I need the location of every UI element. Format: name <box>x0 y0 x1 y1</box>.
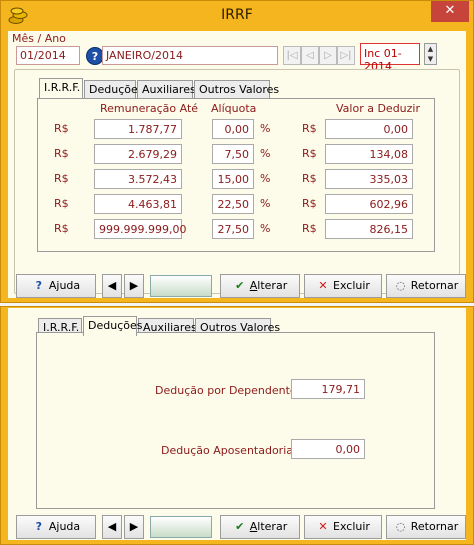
tab-deducoes[interactable]: Deduções <box>84 80 143 98</box>
aliquota-field[interactable]: 22,50 <box>212 194 254 214</box>
window-client: Mês / Ano 01/2014 ? JANEIRO/2014 |◁ ◁ ▷ … <box>8 31 466 298</box>
close-button[interactable]: ✕ <box>431 1 469 22</box>
checkmark-icon: ✔ <box>235 520 245 533</box>
prev-record-button[interactable]: ◀ <box>102 515 122 539</box>
alterar-button[interactable]: ✔ Alterar <box>220 274 300 298</box>
spin-up-icon[interactable]: ▲ <box>425 44 436 54</box>
arrow-right-icon: ▶ <box>129 520 139 533</box>
deducao-dependente-field[interactable]: 179,71 <box>291 379 365 399</box>
excluir-button[interactable]: ✕ Excluir <box>304 274 382 298</box>
retornar-button[interactable]: ◌ Retornar <box>386 274 466 298</box>
percent-label: % <box>260 197 271 210</box>
deducoes-tab-content: Dedução por Dependente R$ 179,71 Dedução… <box>36 332 435 509</box>
nav-next-button[interactable]: ▷ <box>319 46 337 65</box>
col-deduzir-header: Valor a Deduzir <box>336 102 420 115</box>
window-title: IRRF <box>221 7 253 23</box>
help-icon: ? <box>35 520 43 533</box>
currency-label: R$ <box>302 172 317 185</box>
percent-label: % <box>260 122 271 135</box>
retornar-button[interactable]: ◌ Retornar <box>386 515 466 539</box>
alterar-button[interactable]: ✔ Alterar <box>220 515 300 539</box>
window-client-deducoes: I.R.R.F. Deduções Auxiliares Outros Valo… <box>8 308 466 540</box>
bottom-toolbar: ? Ajuda ◀ ▶ ✔ Alterar ✕ Excluir ◌ Retornar <box>14 272 466 300</box>
arrow-left-icon: ◀ <box>107 520 117 533</box>
currency-label: R$ <box>302 222 317 235</box>
nav-first-button[interactable]: |◁ <box>283 46 301 65</box>
remuneracao-field[interactable]: 3.572,43 <box>94 169 182 189</box>
percent-label: % <box>260 147 271 160</box>
title-bar[interactable]: IRRF ✕ <box>1 1 473 31</box>
prev-record-button[interactable]: ◀ <box>102 274 122 298</box>
return-circle-icon: ◌ <box>395 520 406 533</box>
excluir-button[interactable]: ✕ Excluir <box>304 515 382 539</box>
close-icon: ✕ <box>444 3 456 18</box>
status-indicator <box>150 275 212 297</box>
tab-outros-valores[interactable]: Outros Valores <box>194 80 279 98</box>
aliquota-field[interactable]: 15,00 <box>212 169 254 189</box>
currency-label: R$ <box>54 122 69 135</box>
mes-ano-label: Mês / Ano <box>12 32 66 45</box>
percent-label: % <box>260 172 271 185</box>
currency-label: R$ <box>54 222 69 235</box>
remuneracao-field[interactable]: 1.787,77 <box>94 119 182 139</box>
remuneracao-field[interactable]: 2.679,29 <box>94 144 182 164</box>
aliquota-field[interactable]: 27,50 <box>212 219 254 239</box>
inc-field[interactable]: Inc 01-2014 <box>360 43 420 73</box>
irrf-window: IRRF ✕ Mês / Ano 01/2014 ? JANEIRO/2014 … <box>0 0 474 303</box>
currency-label: R$ <box>54 172 69 185</box>
deduzir-field[interactable]: 0,00 <box>325 119 413 139</box>
remuneracao-field[interactable]: 4.463,81 <box>94 194 182 214</box>
ajuda-button[interactable]: ? Ajuda <box>16 515 96 539</box>
tab-deducoes[interactable]: Deduções <box>83 316 142 336</box>
x-delete-icon: ✕ <box>318 520 328 533</box>
mes-description-field: JANEIRO/2014 <box>102 46 278 65</box>
deducao-aposentadoria-field[interactable]: 0,00 <box>291 439 365 459</box>
percent-label: % <box>260 222 271 235</box>
tab-auxiliares[interactable]: Auxiliares <box>137 80 196 98</box>
deduzir-field[interactable]: 602,96 <box>325 194 413 214</box>
inc-spinner[interactable]: ▲ ▼ <box>424 43 437 65</box>
col-aliquota-header: Alíquota <box>211 102 257 115</box>
ajuda-button[interactable]: ? Ajuda <box>16 274 96 298</box>
deducao-aposentadoria-label: Dedução Aposentadoria R$ <box>161 444 312 457</box>
next-record-button[interactable]: ▶ <box>124 515 144 539</box>
bottom-toolbar-deducoes: ? Ajuda ◀ ▶ ✔ Alterar ✕ Excluir ◌ Retornar <box>14 513 466 541</box>
currency-label: R$ <box>302 147 317 160</box>
arrow-left-icon: ◀ <box>107 279 117 292</box>
status-indicator <box>150 516 212 538</box>
nav-last-button[interactable]: ▷| <box>337 46 355 65</box>
x-delete-icon: ✕ <box>318 279 328 292</box>
aliquota-field[interactable]: 7,50 <box>212 144 254 164</box>
spin-down-icon[interactable]: ▼ <box>425 54 436 64</box>
currency-label: R$ <box>54 197 69 210</box>
deducoes-window: I.R.R.F. Deduções Auxiliares Outros Valo… <box>0 306 474 545</box>
next-record-button[interactable]: ▶ <box>124 274 144 298</box>
col-remuneracao-header: Remuneração Até <box>100 102 199 115</box>
currency-label: R$ <box>54 147 69 160</box>
help-icon: ? <box>35 279 43 292</box>
checkmark-icon: ✔ <box>235 279 245 292</box>
irrf-tab-content: Remuneração Até Alíquota Valor a Deduzir… <box>37 98 435 252</box>
mes-ano-input[interactable]: 01/2014 <box>16 46 80 65</box>
irrf-group-panel: I.R.R.F. Deduções Auxiliares Outros Valo… <box>14 69 460 294</box>
tab-irrf[interactable]: I.R.R.F. <box>39 78 83 98</box>
deduzir-field[interactable]: 335,03 <box>325 169 413 189</box>
aliquota-field[interactable]: 0,00 <box>212 119 254 139</box>
currency-label: R$ <box>302 122 317 135</box>
remuneracao-field[interactable]: 999.999.999,00 <box>94 219 186 239</box>
nav-prev-button[interactable]: ◁ <box>301 46 319 65</box>
currency-label: R$ <box>302 197 317 210</box>
deduzir-field[interactable]: 134,08 <box>325 144 413 164</box>
return-circle-icon: ◌ <box>395 279 406 292</box>
arrow-right-icon: ▶ <box>129 279 139 292</box>
deduzir-field[interactable]: 826,15 <box>325 219 413 239</box>
